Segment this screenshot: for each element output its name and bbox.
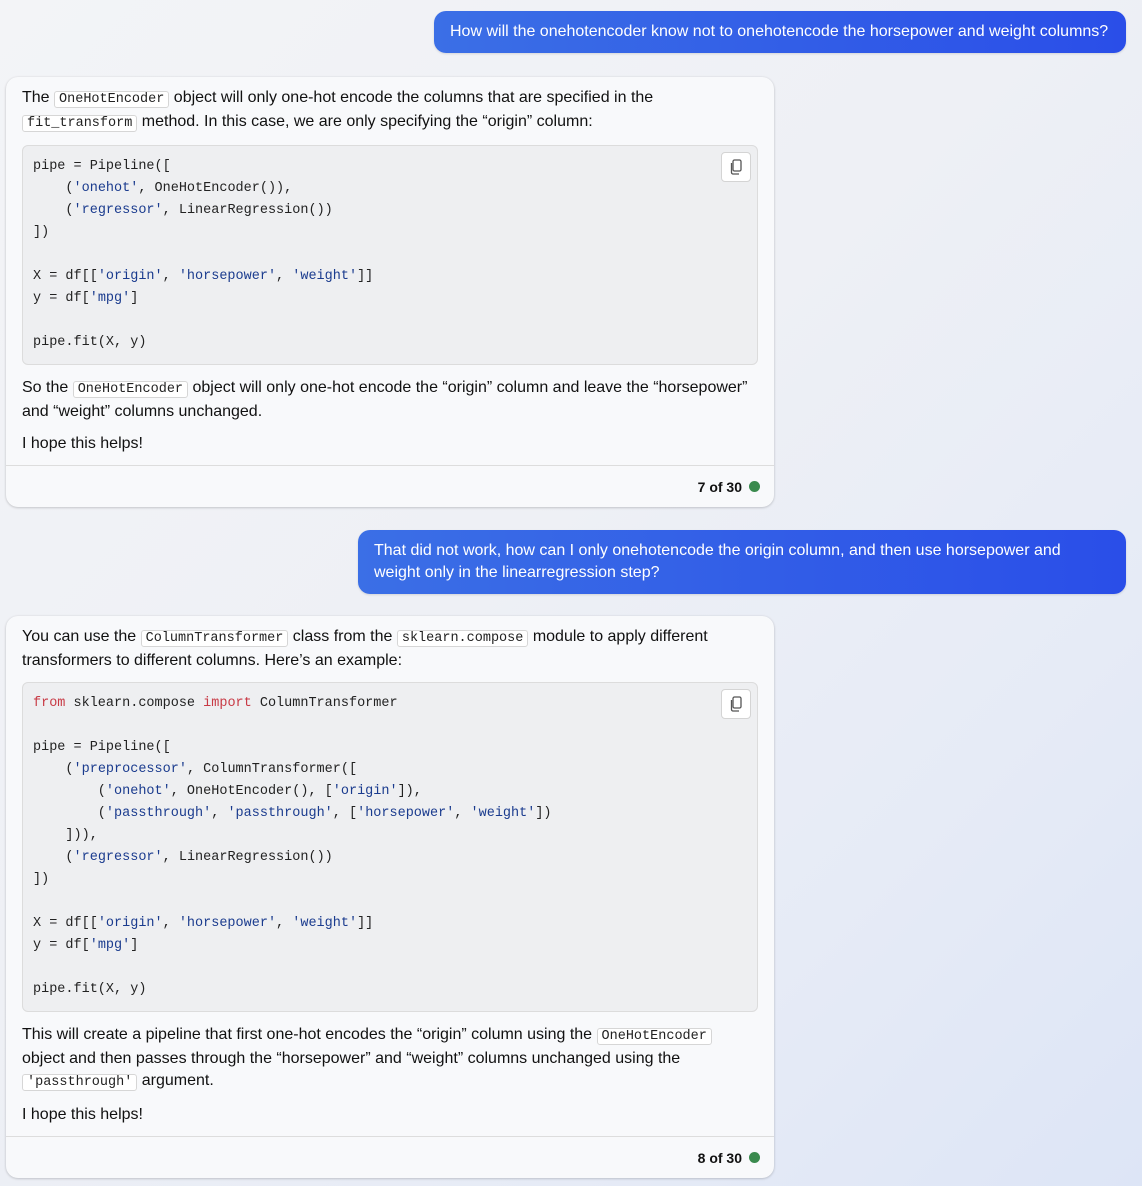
copy-icon	[730, 159, 742, 175]
code-string: 'passthrough'	[105, 806, 212, 821]
inline-code: ColumnTransformer	[140, 630, 289, 647]
code-line: ('onehot', OneHotEncoder(), ['origin']),	[33, 784, 422, 799]
copy-code-button[interactable]	[721, 152, 751, 182]
user-message-2: That did not work, how can I only onehot…	[358, 530, 1126, 594]
bot-message-footer: 7 of 30	[6, 465, 774, 507]
code-block: pipe = Pipeline([ ('onehot', OneHotEncod…	[22, 145, 758, 365]
code-string: 'horsepower'	[178, 269, 277, 284]
code-line: ('onehot', OneHotEncoder()),	[33, 181, 293, 196]
code-string: 'origin'	[97, 916, 163, 931]
inline-code: OneHotEncoder	[54, 91, 170, 108]
code-string: 'passthrough'	[227, 806, 333, 821]
inline-code: fit_transform	[22, 115, 138, 132]
code-string: 'weight'	[292, 916, 358, 931]
code-line: y = df['mpg']	[33, 938, 139, 953]
code-string: 'horsepower'	[357, 806, 455, 821]
code-line: ('regressor', LinearRegression())	[33, 203, 333, 218]
user-message-1: How will the onehotencoder know not to o…	[434, 11, 1126, 53]
code-line: X = df[['origin', 'horsepower', 'weight'…	[33, 916, 374, 931]
code-string: 'regressor'	[73, 203, 163, 218]
code-string: 'regressor'	[73, 850, 163, 865]
code-line: pipe.fit(X, y)	[33, 335, 147, 350]
copy-code-button[interactable]	[721, 689, 751, 719]
code-line: pipe.fit(X, y)	[33, 982, 147, 997]
code-string: 'mpg'	[89, 291, 131, 306]
user-message-text: That did not work, how can I only onehot…	[374, 542, 1061, 581]
code-line: pipe = Pipeline([	[33, 740, 171, 755]
code-line: from sklearn.compose import ColumnTransf…	[33, 696, 398, 711]
code-string: 'horsepower'	[178, 916, 277, 931]
code-string: 'origin'	[332, 784, 398, 799]
code-line: ])	[33, 872, 50, 887]
code-keyword: import	[203, 696, 252, 711]
bot-intro-paragraph: You can use the ColumnTransformer class …	[22, 628, 708, 669]
code-line: ('preprocessor', ColumnTransformer([	[33, 762, 358, 777]
bot-closing-paragraph: I hope this helps!	[22, 435, 143, 452]
bot-message-2: You can use the ColumnTransformer class …	[6, 616, 774, 1178]
inline-code: sklearn.compose	[396, 630, 529, 647]
status-dot-icon	[749, 1152, 760, 1163]
code-line: ('regressor', LinearRegression())	[33, 850, 333, 865]
inline-code: 'passthrough'	[22, 1074, 138, 1091]
code-string: 'onehot'	[73, 181, 139, 196]
code-string: 'preprocessor'	[73, 762, 187, 777]
bot-closing-paragraph: I hope this helps!	[22, 1106, 143, 1123]
code-line: ('passthrough', 'passthrough', ['horsepo…	[33, 806, 552, 821]
code-line: pipe = Pipeline([	[33, 159, 171, 174]
status-dot-icon	[749, 481, 760, 492]
code-string: 'weight'	[470, 806, 536, 821]
bot-explanation-paragraph: This will create a pipeline that first o…	[22, 1024, 758, 1094]
code-line: ])	[33, 225, 50, 240]
code-block: from sklearn.compose import ColumnTransf…	[22, 682, 758, 1012]
user-message-text: How will the onehotencoder know not to o…	[450, 23, 1109, 40]
code-string: 'onehot'	[105, 784, 171, 799]
inline-code: OneHotEncoder	[72, 381, 189, 398]
bot-explanation-paragraph: So the OneHotEncoder object will only on…	[22, 379, 748, 420]
bot-message-1: The OneHotEncoder object will only one-h…	[6, 77, 774, 507]
code-string: 'weight'	[292, 269, 358, 284]
code-string: 'origin'	[97, 269, 163, 284]
code-keyword: from	[33, 696, 66, 711]
inline-code: OneHotEncoder	[596, 1028, 712, 1045]
code-line: X = df[['origin', 'horsepower', 'weight'…	[33, 269, 374, 284]
code-line: y = df['mpg']	[33, 291, 139, 306]
code-line: ])),	[33, 828, 98, 843]
code-string: 'mpg'	[89, 938, 131, 953]
bot-intro-paragraph: The OneHotEncoder object will only one-h…	[22, 89, 654, 132]
response-counter: 7 of 30	[697, 478, 742, 495]
copy-icon	[730, 696, 742, 712]
bot-message-footer: 8 of 30	[6, 1136, 774, 1178]
response-counter: 8 of 30	[697, 1149, 742, 1166]
